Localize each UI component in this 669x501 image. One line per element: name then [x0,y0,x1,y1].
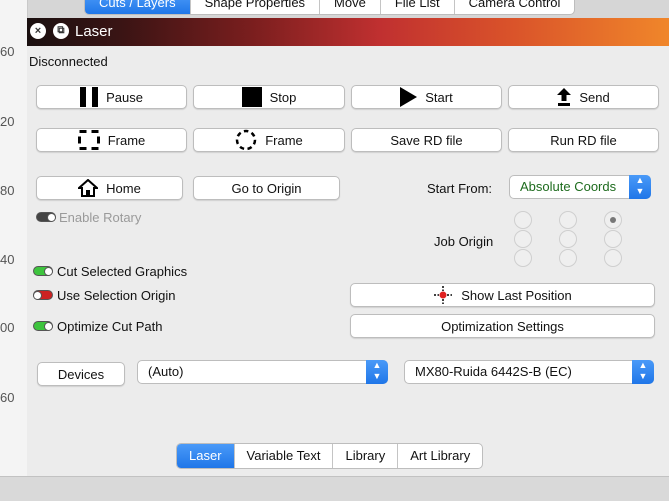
tab-library[interactable]: Library [333,444,399,468]
frame-circle-label: Frame [265,132,303,148]
crosshair-icon [434,286,453,304]
start-from-label: Start From: [427,181,493,196]
job-origin-top-left[interactable] [514,211,532,229]
send-label: Send [579,89,610,105]
upload-arrow-icon [557,88,572,106]
tab-cuts-layers[interactable]: Cuts / Layers [85,0,191,14]
frame-circle-button[interactable]: Frame [193,128,345,152]
ruler-label: 00 [0,320,15,335]
home-icon [78,179,99,197]
optimization-settings-button[interactable]: Optimization Settings [350,314,655,338]
job-origin-middle-left[interactable] [514,230,532,248]
ruler-label: 40 [0,252,15,267]
panel-title: Laser [75,23,113,40]
save-rd-label: Save RD file [390,132,463,148]
ruler-label: 20 [0,114,15,129]
dashed-circle-icon [235,129,257,151]
dashed-rectangle-icon [77,130,100,150]
job-origin-bottom-center[interactable] [559,249,577,267]
go-to-origin-label: Go to Origin [231,180,302,196]
tab-variable-text[interactable]: Variable Text [235,444,334,468]
frame-rect-button[interactable]: Frame [36,128,187,152]
home-label: Home [106,180,141,196]
job-origin-bottom-right[interactable] [604,249,622,267]
stop-icon [241,87,262,107]
frame-rect-label: Frame [107,132,146,148]
devices-label: Devices [57,366,105,382]
bottom-strip [0,476,669,501]
job-origin-bottom-left[interactable] [514,249,532,267]
stop-button[interactable]: Stop [193,85,345,109]
devices-button[interactable]: Devices [37,362,125,386]
start-button[interactable]: Start [351,85,502,109]
job-origin-top-right[interactable] [604,211,622,229]
enable-rotary-label: Enable Rotary [59,210,142,225]
top-tab-bar: Cuts / Layers Shape Properties Move File… [84,0,576,15]
optimize-cut-path-label: Optimize Cut Path [57,319,163,334]
pause-label: Pause [106,89,143,105]
ruler-label: 60 [0,390,15,405]
job-origin-center[interactable] [559,230,577,248]
device-select[interactable]: MX80-Ruida 6442S-B (EC) ▲ ▼ [404,360,654,384]
job-origin-top-center[interactable] [559,211,577,229]
start-from-select[interactable]: Absolute Coords ▲ ▼ [509,175,651,199]
enable-rotary-toggle[interactable] [36,212,56,222]
play-icon [400,87,418,107]
cut-selected-graphics-label: Cut Selected Graphics [57,264,188,279]
bottom-tab-bar: Laser Variable Text Library Art Library [176,443,484,469]
send-button[interactable]: Send [508,85,659,109]
job-origin-middle-right[interactable] [604,230,622,248]
start-label: Start [425,89,453,105]
job-origin-label: Job Origin [434,234,494,249]
pause-button[interactable]: Pause [36,85,187,109]
optimize-cut-path-toggle[interactable] [33,321,53,331]
chevron-updown-icon: ▲ ▼ [632,360,654,384]
tab-laser[interactable]: Laser [177,444,235,468]
chevron-updown-icon: ▲ ▼ [629,175,651,199]
tab-move[interactable]: Move [320,0,381,14]
stop-label: Stop [269,89,297,105]
use-selection-origin-label: Use Selection Origin [57,288,176,303]
restore-icon[interactable]: ⧉ [53,23,69,39]
save-rd-button[interactable]: Save RD file [351,128,502,152]
show-last-position-label: Show Last Position [461,287,572,303]
run-rd-button[interactable]: Run RD file [508,128,659,152]
pause-icon [80,87,99,107]
device-value: MX80-Ruida 6442S-B (EC) [415,364,572,379]
home-button[interactable]: Home [36,176,183,200]
panel-titlebar: × ⧉ Laser [27,18,669,46]
tab-file-list[interactable]: File List [381,0,455,14]
chevron-updown-icon: ▲ ▼ [366,360,388,384]
laser-panel: × ⧉ Laser Disconnected Pause Stop Start … [27,18,669,476]
go-to-origin-button[interactable]: Go to Origin [193,176,340,200]
run-rd-label: Run RD file [550,132,617,148]
ruler-label: 60 [0,44,15,59]
use-selection-origin-toggle[interactable] [33,290,53,300]
cut-selected-graphics-toggle[interactable] [33,266,53,276]
ruler-label: 80 [0,183,15,198]
vertical-ruler: 60 20 80 40 00 60 [0,0,28,500]
tab-camera-control[interactable]: Camera Control [455,0,575,14]
start-from-value: Absolute Coords [520,179,617,194]
optimization-settings-label: Optimization Settings [441,318,564,334]
connection-status: Disconnected [29,54,108,69]
tab-art-library[interactable]: Art Library [398,444,482,468]
tab-shape-properties[interactable]: Shape Properties [191,0,321,14]
port-value: (Auto) [148,364,184,379]
close-icon[interactable]: × [30,23,46,39]
port-select[interactable]: (Auto) ▲ ▼ [137,360,388,384]
show-last-position-button[interactable]: Show Last Position [350,283,655,307]
